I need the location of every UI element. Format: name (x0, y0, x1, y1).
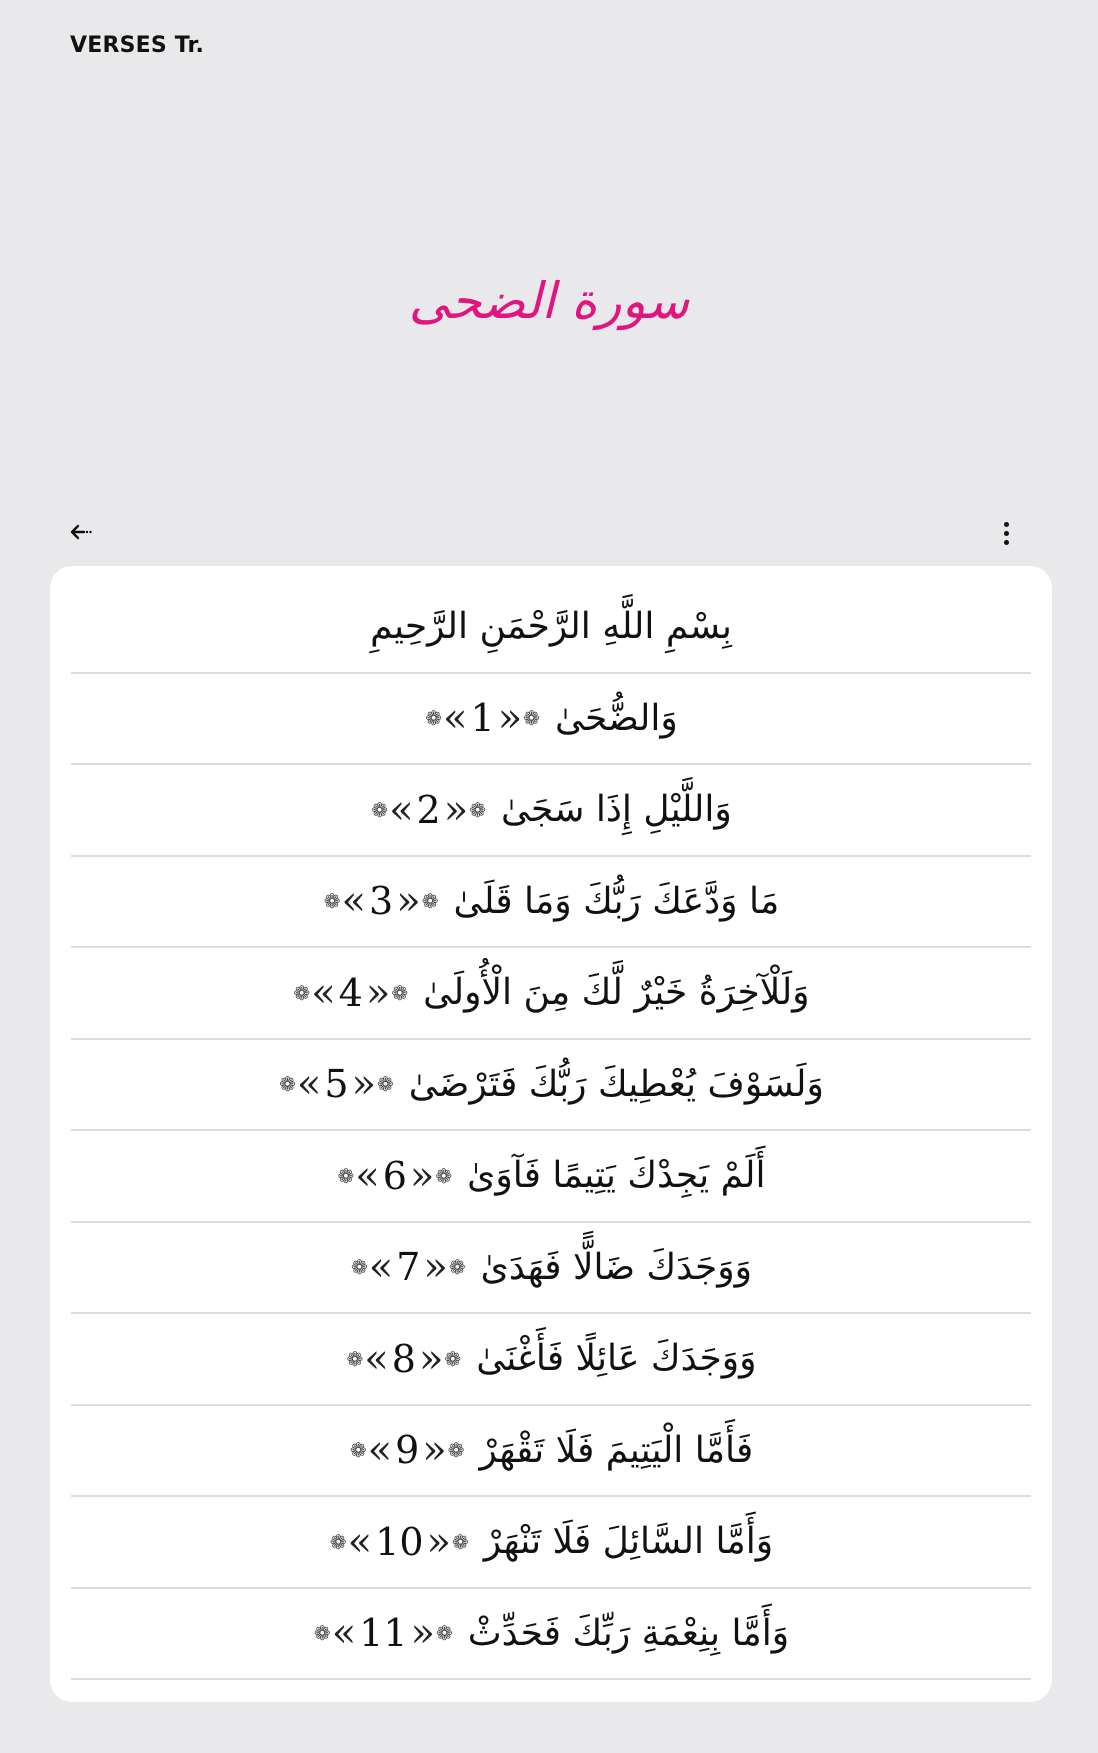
ornament-icon: ❁ (435, 1163, 453, 1188)
ornament-bracket-icon: « (367, 1427, 393, 1474)
verse-text: وَلَسَوْفَ يُعْطِيكَ رَبُّكَ فَتَرْضَىٰ (408, 1063, 824, 1105)
verse-number-marker: ❁ «4» ❁ (292, 971, 409, 1015)
verse-number: 6 (382, 1153, 407, 1198)
ornament-bracket-icon: « (331, 1610, 357, 1657)
verse-text: وَوَجَدَكَ عَائِلًا فَأَغْنَىٰ (476, 1338, 757, 1380)
ornament-icon: ❁ (523, 706, 540, 731)
ornament-bracket-icon: » (497, 695, 523, 742)
basmala-text: بِسْمِ اللَّهِ الرَّحْمَنِ الرَّحِيمِ (370, 606, 732, 648)
verse-number-marker: ❁ «11» ❁ (313, 1611, 454, 1655)
more-vert-icon (994, 522, 1018, 545)
ornament-bracket-icon: » (422, 1427, 447, 1474)
ornament-bracket-icon: » (426, 1518, 451, 1565)
verse-number: 2 (416, 787, 441, 832)
verse-number: 1 (470, 696, 495, 741)
ornament-bracket-icon: « (311, 969, 336, 1016)
verse-row[interactable]: مَا وَدَّعَكَ رَبُّكَ وَمَا قَلَىٰ ❁ «3» ❁ (71, 857, 1031, 948)
verse-number-marker: ❁ «2» ❁ (370, 788, 487, 832)
verses-card: بِسْمِ اللَّهِ الرَّحْمَنِ الرَّحِيمِ وَا… (50, 566, 1052, 1702)
verse-row[interactable]: فَأَمَّا الْيَتِيمَ فَلَا تَقْهَرْ ❁ «9» ❁ (71, 1406, 1031, 1497)
verse-row[interactable]: وَأَمَّا بِنِعْمَةِ رَبِّكَ فَحَدِّثْ ❁ «1… (71, 1589, 1031, 1680)
ornament-bracket-icon: » (443, 786, 469, 833)
verse-row[interactable]: وَلَسَوْفَ يُعْطِيكَ رَبُّكَ فَتَرْضَىٰ ❁… (71, 1040, 1031, 1131)
ornament-icon: ❁ (329, 1529, 347, 1554)
more-options-button[interactable] (994, 518, 1018, 554)
verse-number-marker: ❁ «7» ❁ (350, 1245, 467, 1289)
verse-text: وَوَجَدَكَ ضَالًّا فَهَدَىٰ (480, 1246, 753, 1288)
ornament-icon: ❁ (337, 1163, 355, 1188)
ornament-bracket-icon: « (364, 1335, 389, 1382)
ornament-bracket-icon: » (423, 1244, 448, 1291)
ornament-icon: ❁ (349, 1438, 367, 1463)
verse-row[interactable]: أَلَمْ يَجِدْكَ يَتِيمًا فَآوَىٰ ❁ «6» ❁ (71, 1131, 1031, 1223)
ornament-icon: ❁ (452, 1529, 469, 1554)
ornament-icon: ❁ (469, 797, 486, 822)
ornament-icon: ❁ (391, 980, 409, 1005)
verse-text: فَأَمَّا الْيَتِيمَ فَلَا تَقْهَرْ (479, 1429, 754, 1471)
ornament-bracket-icon: « (443, 695, 468, 742)
ornament-icon: ❁ (447, 1438, 465, 1463)
ornament-icon: ❁ (436, 1621, 453, 1646)
verse-text: وَلَلْآخِرَةُ خَيْرٌ لَّكَ مِنَ الْأُولَ… (423, 972, 810, 1014)
verse-number-marker: ❁ «9» ❁ (349, 1428, 466, 1472)
verse-number: 4 (338, 970, 363, 1015)
ornament-bracket-icon: » (365, 969, 391, 1016)
verse-row[interactable]: وَوَجَدَكَ عَائِلًا فَأَغْنَىٰ ❁ «8» ❁ (71, 1314, 1031, 1406)
ornament-icon: ❁ (421, 889, 439, 914)
verse-row[interactable]: وَأَمَّا السَّائِلَ فَلَا تَنْهَرْ ❁ «10» ❁ (71, 1497, 1031, 1589)
ornament-bracket-icon: « (341, 878, 367, 925)
verse-number-marker: ❁ «8» ❁ (346, 1337, 463, 1381)
verse-number: 9 (395, 1428, 420, 1473)
verse-number: 11 (359, 1611, 408, 1656)
verse-text: وَأَمَّا السَّائِلَ فَلَا تَنْهَرْ (483, 1521, 774, 1563)
ornament-bracket-icon: « (347, 1518, 373, 1565)
verse-number-marker: ❁ «1» ❁ (424, 696, 541, 740)
ornament-bracket-icon: « (296, 1061, 322, 1108)
verse-row[interactable]: وَاللَّيْلِ إِذَا سَجَىٰ ❁ «2» ❁ (71, 765, 1031, 857)
ornament-icon: ❁ (377, 1072, 394, 1097)
ornament-bracket-icon: « (355, 1152, 380, 1199)
ornament-icon: ❁ (323, 889, 341, 914)
verse-number: 10 (375, 1519, 424, 1564)
verse-number-marker: ❁ «5» ❁ (278, 1062, 395, 1106)
ornament-icon: ❁ (425, 706, 443, 731)
app-title: VERSES Tr. (70, 33, 205, 58)
verse-text: مَا وَدَّعَكَ رَبُّكَ وَمَا قَلَىٰ (453, 880, 780, 922)
ornament-bracket-icon: » (396, 878, 421, 925)
ornament-bracket-icon: » (351, 1061, 377, 1108)
ornament-icon: ❁ (448, 1255, 466, 1280)
ornament-bracket-icon: » (409, 1152, 435, 1199)
verse-number: 3 (369, 879, 394, 924)
verse-text: وَاللَّيْلِ إِذَا سَجَىٰ (500, 789, 732, 831)
verse-number-marker: ❁ «3» ❁ (323, 879, 440, 923)
ornament-icon: ❁ (346, 1346, 364, 1371)
back-button[interactable] (70, 524, 110, 550)
ornament-bracket-icon: » (410, 1610, 436, 1657)
verse-row[interactable]: وَوَجَدَكَ ضَالًّا فَهَدَىٰ ❁ «7» ❁ (71, 1223, 1031, 1314)
ornament-bracket-icon: « (389, 786, 414, 833)
ornament-bracket-icon: « (368, 1244, 394, 1291)
verse-number: 5 (324, 1062, 349, 1107)
verse-number: 7 (396, 1245, 421, 1290)
verse-text: وَأَمَّا بِنِعْمَةِ رَبِّكَ فَحَدِّثْ (467, 1612, 790, 1654)
ornament-icon: ❁ (350, 1255, 368, 1280)
ornament-icon: ❁ (371, 797, 389, 822)
toolbar (70, 518, 1018, 554)
verse-number-marker: ❁ «6» ❁ (336, 1154, 453, 1198)
verse-text: وَالضُّحَىٰ (554, 697, 678, 739)
ornament-icon: ❁ (293, 980, 311, 1005)
basmala-row[interactable]: بِسْمِ اللَّهِ الرَّحْمَنِ الرَّحِيمِ (71, 582, 1031, 674)
surah-title: سورة الضحى (408, 272, 690, 330)
verse-row[interactable]: وَالضُّحَىٰ ❁ «1» ❁ (71, 674, 1031, 765)
ornament-icon: ❁ (444, 1346, 462, 1371)
ornament-icon: ❁ (279, 1072, 296, 1097)
verse-number-marker: ❁ «10» ❁ (329, 1520, 470, 1564)
verse-text: أَلَمْ يَجِدْكَ يَتِيمًا فَآوَىٰ (467, 1155, 766, 1197)
verse-number: 8 (391, 1336, 416, 1381)
ornament-bracket-icon: » (418, 1335, 444, 1382)
ornament-icon: ❁ (313, 1621, 331, 1646)
back-arrow-icon (70, 524, 110, 540)
verse-row[interactable]: وَلَلْآخِرَةُ خَيْرٌ لَّكَ مِنَ الْأُولَ… (71, 948, 1031, 1040)
verse-list: بِسْمِ اللَّهِ الرَّحْمَنِ الرَّحِيمِ وَا… (71, 582, 1031, 1680)
